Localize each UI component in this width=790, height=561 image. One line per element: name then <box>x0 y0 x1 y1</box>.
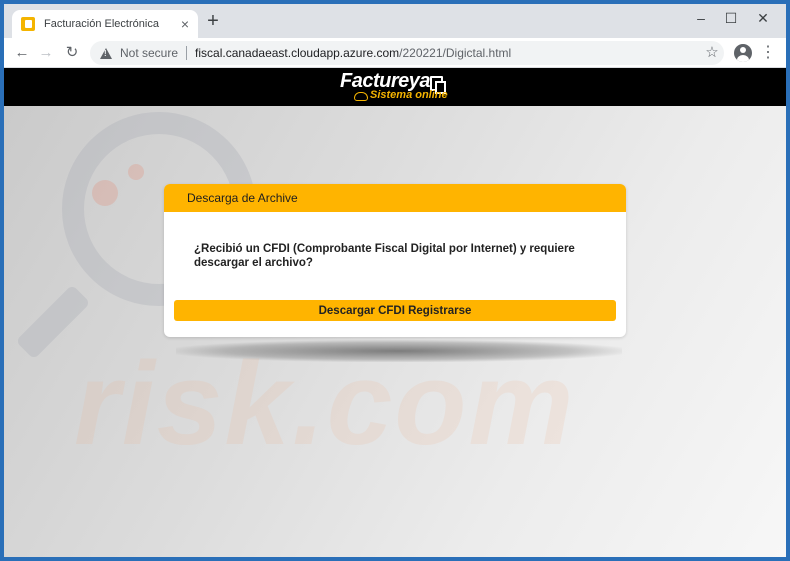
dialog-question: ¿Recibió un CFDI (Comprobante Fiscal Dig… <box>194 243 575 269</box>
download-cfdi-button[interactable]: Descargar CFDI Registrarse <box>174 300 616 321</box>
dialog-header: Descarga de Archive <box>164 184 626 212</box>
watermark-dot <box>92 180 118 206</box>
close-window-icon[interactable]: ✕ <box>748 8 778 28</box>
minimize-icon[interactable]: – <box>686 8 716 28</box>
address-bar[interactable]: Not secure fiscal.canadaeast.cloudapp.az… <box>90 41 724 65</box>
tab-facturacion[interactable]: Facturación Electrónica × <box>12 10 198 38</box>
watermark-dot <box>128 164 144 180</box>
url-text[interactable]: fiscal.canadaeast.cloudapp.azure.com/220… <box>195 46 511 60</box>
cloud-icon <box>354 92 368 101</box>
site-logo[interactable]: Factureya Sistema online <box>340 70 460 104</box>
arrow-left-icon[interactable]: ← <box>12 43 32 63</box>
document-icon <box>21 17 35 31</box>
card-shadow <box>176 340 622 362</box>
kebab-menu-icon[interactable]: ⋮ <box>760 43 776 63</box>
site-header: Factureya Sistema online <box>4 68 786 106</box>
arrow-right-icon[interactable]: → <box>36 43 56 63</box>
url-host: fiscal.canadaeast.cloudapp.azure.com <box>195 46 400 60</box>
security-label[interactable]: Not secure <box>120 46 178 60</box>
brand-tagline: Sistema online <box>370 89 448 101</box>
new-tab-button[interactable]: + <box>204 11 222 31</box>
download-dialog: Descarga de Archive ¿Recibió un CFDI (Co… <box>164 184 626 337</box>
star-icon[interactable]: ☆ <box>702 43 722 63</box>
browser-toolbar: ← → ↻ Not secure fiscal.canadaeast.cloud… <box>4 38 786 68</box>
reload-icon[interactable]: ↻ <box>62 43 82 63</box>
page-content: risk.com Factureya Sistema online Descar… <box>4 68 786 557</box>
close-tab-icon[interactable]: × <box>178 17 192 31</box>
browser-window: Facturación Electrónica × + – ☐ ✕ ← → ↻ … <box>4 4 786 557</box>
url-path: /220221/Digictal.html <box>399 46 512 60</box>
dialog-title: Descarga de Archive <box>187 191 298 205</box>
tab-title: Facturación Electrónica <box>44 18 159 30</box>
maximize-icon[interactable]: ☐ <box>716 8 746 28</box>
tab-strip: Facturación Electrónica × + – ☐ ✕ <box>4 4 786 38</box>
warning-triangle-icon[interactable] <box>100 47 112 59</box>
omnibox-divider <box>186 46 188 60</box>
account-icon[interactable] <box>734 44 752 62</box>
